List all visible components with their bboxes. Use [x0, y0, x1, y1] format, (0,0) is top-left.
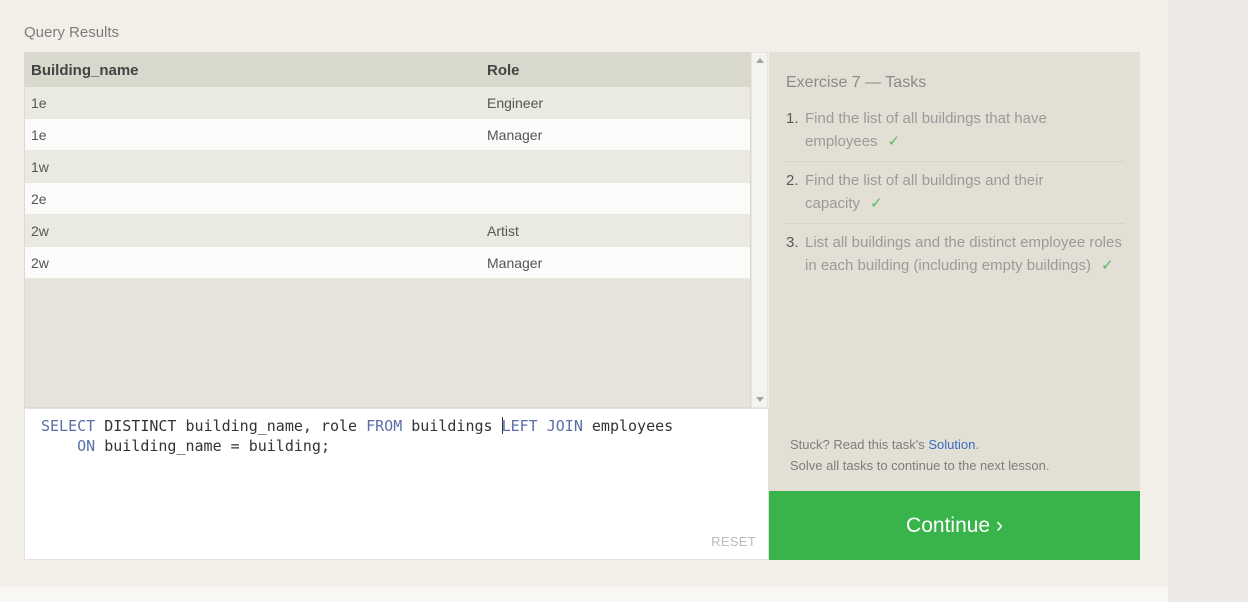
cell-role: Artist — [487, 222, 519, 239]
table-row: 1e Engineer — [25, 87, 750, 119]
tasks-title: Exercise 7 — Tasks — [786, 74, 927, 91]
task-list: 1. Find the list of all buildings that h… — [786, 108, 1124, 293]
cell-building-name: 1w — [31, 158, 49, 175]
table-row: 1e Manager — [25, 119, 750, 151]
solution-link[interactable]: Solution — [928, 437, 975, 452]
code-line-1: SELECT DISTINCT building_name, role FROM… — [41, 417, 673, 435]
task-text-wrap: List all buildings and the distinct empl… — [805, 232, 1124, 277]
checkmark-icon: ✓ — [1101, 256, 1114, 274]
table-row: 2w Artist — [25, 215, 750, 247]
stuck-hint: Stuck? Read this task's Solution. — [790, 437, 979, 452]
sql-keyword: ON — [77, 437, 96, 455]
sql-editor[interactable]: SELECT DISTINCT building_name, role FROM… — [24, 408, 769, 560]
task-number: 1. — [786, 110, 799, 127]
checkmark-icon: ✓ — [870, 194, 883, 212]
cell-building-name: 2e — [31, 190, 47, 207]
page: Query Results Building_name Role 1e Engi… — [0, 0, 1168, 587]
cell-building-name: 1e — [31, 94, 47, 111]
scroll-down-arrow-icon[interactable] — [756, 397, 764, 402]
solve-all-hint: Solve all tasks to continue to the next … — [790, 458, 1050, 473]
results-scrollbar[interactable] — [751, 52, 768, 408]
table-row: 2w Manager — [25, 247, 750, 279]
task-text-wrap: Find the list of all buildings and their… — [805, 170, 1124, 215]
reset-button[interactable]: RESET — [711, 534, 756, 549]
code-line-2: ON building_name = building; — [41, 437, 330, 455]
page-bottom-edge — [0, 587, 1168, 602]
stuck-prefix: Stuck? Read this task's — [790, 437, 929, 452]
scroll-up-arrow-icon[interactable] — [756, 58, 764, 63]
task-text-wrap: Find the list of all buildings that have… — [805, 108, 1124, 153]
table-row: 2e — [25, 183, 750, 215]
task-text: List all buildings and the distinct empl… — [805, 234, 1122, 274]
task-number: 2. — [786, 172, 799, 189]
results-table: Building_name Role 1e Engineer 1e Manage… — [24, 52, 751, 408]
cell-building-name: 1e — [31, 126, 47, 143]
sql-text: buildings — [402, 417, 502, 435]
task-item: 3. List all buildings and the distinct e… — [786, 232, 1124, 285]
cell-role: Manager — [487, 126, 543, 143]
checkmark-icon: ✓ — [887, 132, 901, 150]
task-item: 1. Find the list of all buildings that h… — [786, 108, 1124, 162]
cell-building-name: 2w — [31, 254, 49, 271]
cell-building-name: 2w — [31, 222, 49, 239]
sql-text: building_name = building; — [95, 437, 330, 455]
table-header: Building_name Role — [25, 53, 750, 87]
task-number: 3. — [786, 234, 799, 251]
task-item: 2. Find the list of all buildings and th… — [786, 170, 1124, 224]
sql-keyword: FROM — [366, 417, 403, 435]
cell-role: Manager — [487, 254, 543, 271]
sql-text: DISTINCT building_name, role — [95, 417, 367, 435]
continue-button[interactable]: Continue › — [769, 491, 1140, 560]
sql-text: employees — [582, 417, 674, 435]
tasks-panel: Exercise 7 — Tasks 1. Find the list of a… — [769, 52, 1140, 491]
column-header-role: Role — [487, 61, 520, 79]
stuck-suffix: . — [975, 437, 979, 452]
sql-keyword: SELECT — [41, 417, 96, 435]
right-margin — [1168, 0, 1248, 602]
sql-indent — [41, 437, 77, 455]
sql-keyword: LEFT JOIN — [501, 417, 583, 435]
column-header-building-name: Building_name — [31, 61, 139, 79]
query-results-title: Query Results — [24, 24, 120, 41]
table-row: 1w — [25, 151, 750, 183]
cell-role: Engineer — [487, 94, 544, 111]
task-text: Find the list of all buildings that have… — [805, 110, 1047, 150]
task-text: Find the list of all buildings and their… — [805, 172, 1044, 212]
